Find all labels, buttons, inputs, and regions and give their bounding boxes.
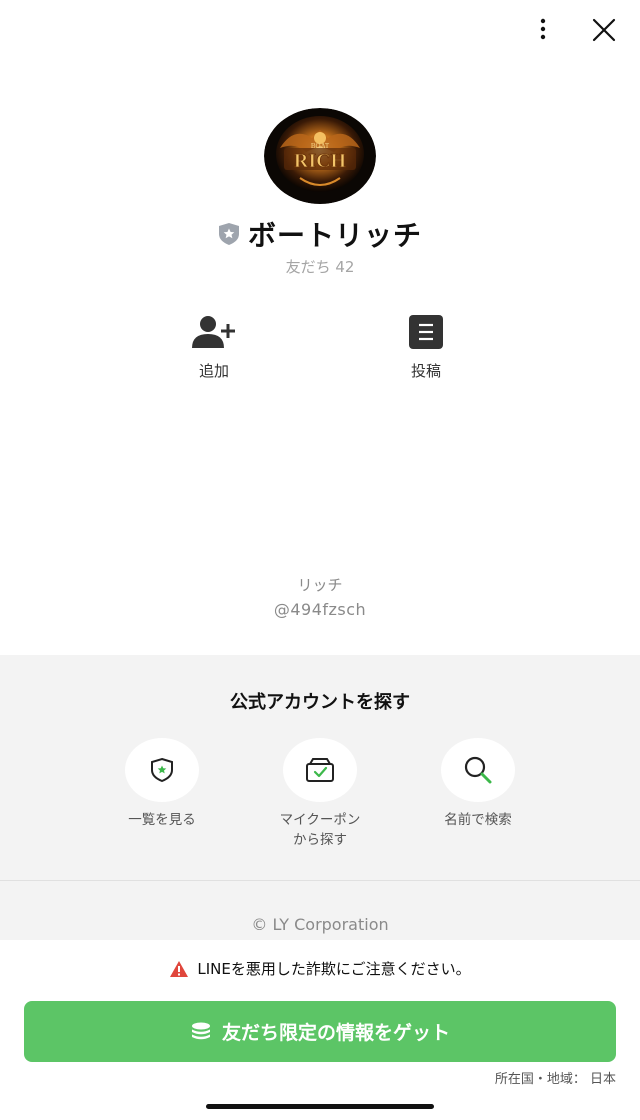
boat-rich-logo: BOAT RICH bbox=[264, 108, 376, 204]
get-info-button[interactable]: 友だち限定の情報をゲット bbox=[24, 1001, 616, 1062]
section-divider bbox=[0, 880, 640, 881]
fraud-warning-text: LINEを悪用した詐欺にご注意ください。 bbox=[197, 960, 471, 978]
post-label: 投稿 bbox=[410, 362, 441, 380]
account-display-name: リッチ bbox=[297, 576, 343, 594]
search-icon bbox=[464, 756, 492, 784]
post-icon bbox=[409, 315, 443, 349]
find-accounts-title: 公式アカウントを探す bbox=[230, 692, 410, 713]
my-coupon-label-line2: から探す bbox=[293, 832, 347, 848]
add-friend-button[interactable]: 追加 bbox=[154, 314, 274, 381]
view-list-label: 一覧を見る bbox=[128, 812, 196, 828]
close-icon bbox=[592, 18, 616, 42]
logo-small-text: BOAT bbox=[311, 142, 330, 150]
shield-star-icon bbox=[151, 757, 173, 783]
add-friend-icon bbox=[192, 316, 235, 348]
search-by-name-button[interactable]: 名前で検索 bbox=[398, 738, 558, 830]
official-shield-icon bbox=[218, 223, 239, 245]
search-by-name-label: 名前で検索 bbox=[444, 812, 512, 828]
region-text: 所在国・地域： 日本 bbox=[494, 1072, 616, 1087]
home-indicator[interactable] bbox=[206, 1104, 434, 1109]
post-button[interactable]: 投稿 bbox=[366, 314, 486, 381]
my-coupon-button[interactable]: マイクーポン から探す bbox=[240, 738, 400, 850]
more-vertical-icon bbox=[540, 18, 546, 40]
profile-avatar[interactable]: BOAT RICH bbox=[264, 108, 376, 204]
copyright-text: © LY Corporation bbox=[251, 915, 389, 934]
add-friend-label: 追加 bbox=[198, 362, 229, 380]
friends-count: 友だち 42 bbox=[285, 258, 355, 276]
account-id: @494fzsch bbox=[273, 600, 367, 619]
more-menu-button[interactable] bbox=[528, 14, 558, 44]
warning-icon bbox=[170, 960, 189, 977]
get-info-label: 友だち限定の情報をゲット bbox=[221, 1022, 450, 1044]
coins-icon bbox=[191, 1022, 210, 1039]
my-coupon-label-line1: マイクーポン bbox=[279, 812, 361, 828]
profile-name-row: ボートリッチ bbox=[0, 214, 640, 254]
fraud-warning: LINEを悪用した詐欺にご注意ください。 bbox=[0, 958, 640, 979]
coupon-icon bbox=[306, 758, 334, 782]
profile-name: ボートリッチ bbox=[247, 219, 422, 252]
close-button[interactable] bbox=[588, 14, 620, 46]
view-list-button[interactable]: 一覧を見る bbox=[82, 738, 242, 830]
logo-text: RICH bbox=[294, 150, 347, 172]
